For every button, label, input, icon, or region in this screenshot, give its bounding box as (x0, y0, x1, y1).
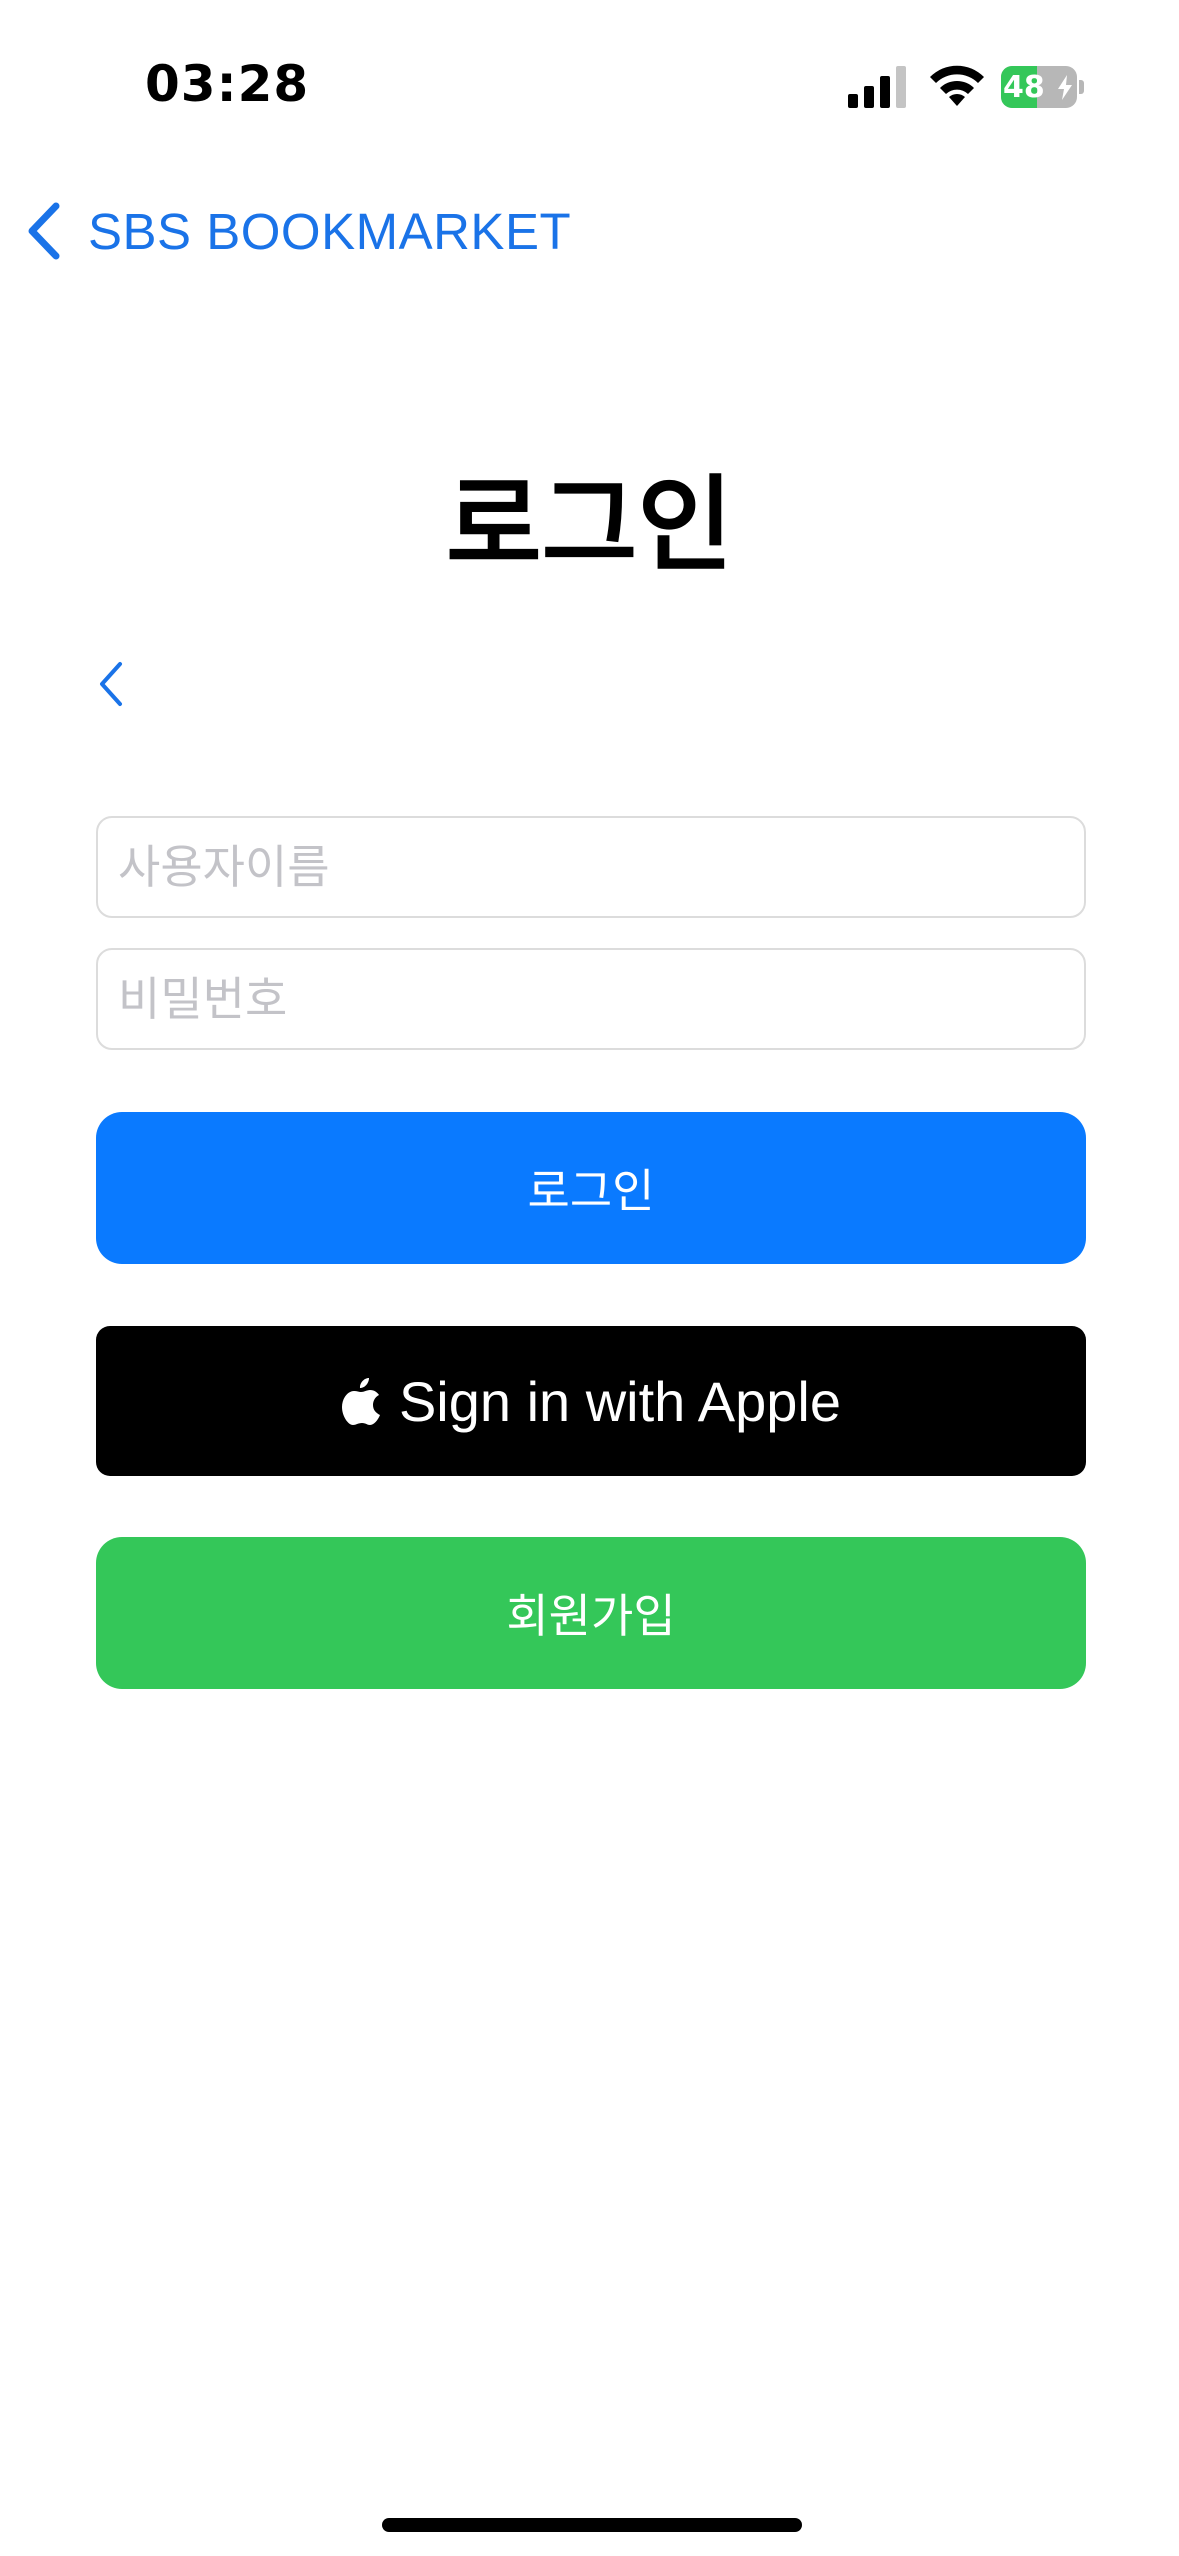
cellular-signal-icon (848, 66, 906, 108)
password-field[interactable] (96, 948, 1086, 1050)
battery-body: 48 (1001, 66, 1077, 108)
sign-in-with-apple-button[interactable]: Sign in with Apple (96, 1326, 1086, 1476)
status-bar: 03:28 48 (0, 0, 1179, 150)
nav-back-label: SBS BOOKMARKET (88, 202, 572, 260)
home-indicator (382, 2518, 802, 2532)
status-time: 03:28 (145, 55, 310, 113)
signup-button-label: 회원가입 (506, 1589, 676, 1643)
signup-button[interactable]: 회원가입 (96, 1537, 1086, 1689)
password-input[interactable] (98, 950, 1084, 1048)
charging-bolt-icon (1058, 75, 1072, 100)
battery-charging-icon: 48 (1001, 66, 1085, 108)
username-field[interactable] (96, 816, 1086, 918)
page-title: 로그인 (445, 464, 734, 586)
chevron-left-icon (28, 202, 60, 260)
battery-percent: 48 (1003, 70, 1045, 105)
apple-button-label: Sign in with Apple (398, 1369, 842, 1433)
username-input[interactable] (98, 818, 1084, 916)
wifi-icon (930, 65, 984, 106)
nav-back-button[interactable]: SBS BOOKMARKET (24, 196, 571, 266)
login-button[interactable]: 로그인 (96, 1112, 1086, 1264)
login-button-label: 로그인 (527, 1164, 655, 1218)
inner-back-chevron-icon[interactable] (96, 660, 126, 708)
battery-cap (1079, 80, 1084, 94)
apple-logo-icon (341, 1378, 380, 1425)
